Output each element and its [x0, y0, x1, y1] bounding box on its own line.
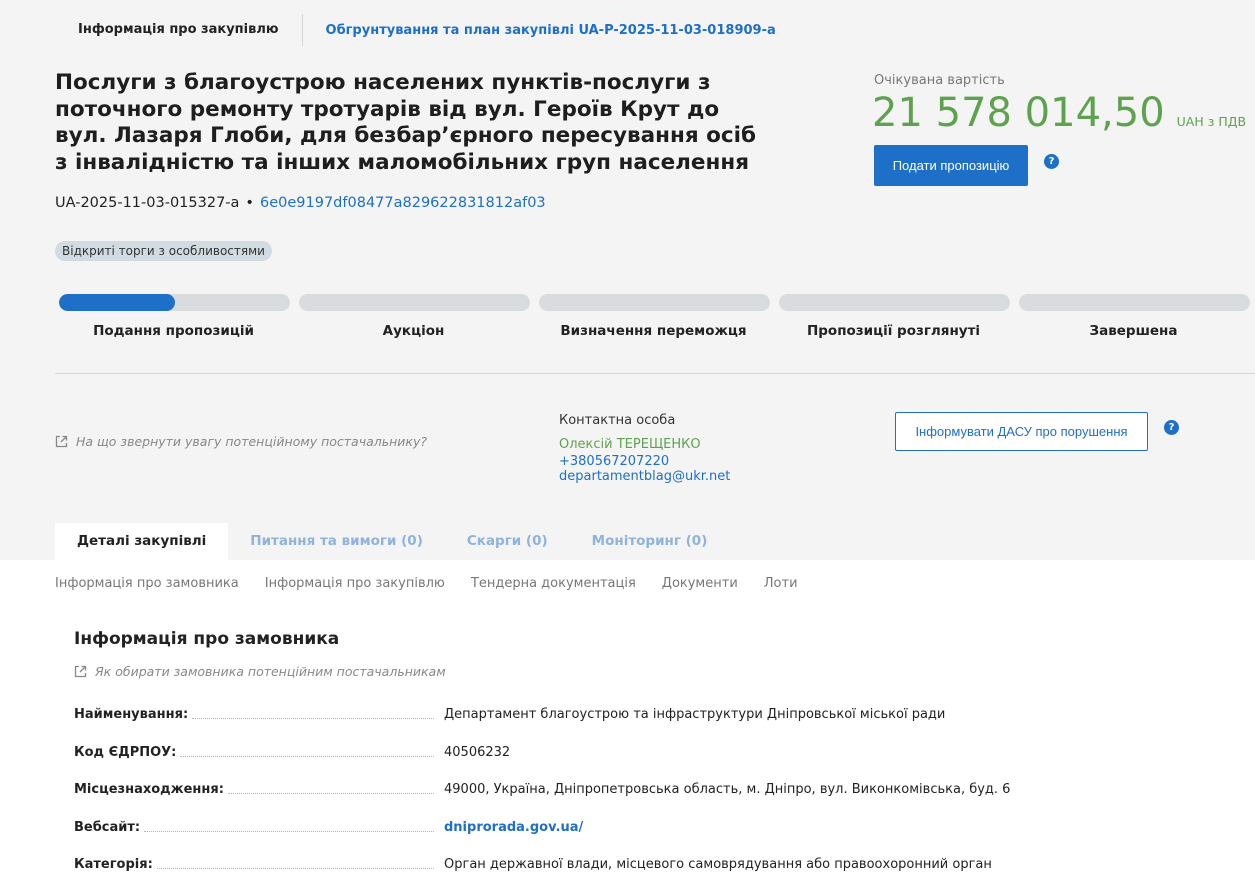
expected-value: 21 578 014,50 UAH з ПДВ — [872, 90, 1246, 136]
stage-label: Пропозиції розглянуті — [806, 323, 981, 339]
field-name-value: Департамент благоустрою та інфраструктур… — [444, 707, 946, 722]
stage-label: Завершена — [1089, 323, 1178, 339]
contact-name: Олексій ТЕРЕЩЕНКО — [559, 437, 701, 452]
subnav-documents[interactable]: Документи — [662, 576, 738, 591]
field-edrpou-label: Код ЄДРПОУ: — [74, 745, 438, 760]
subnav-customer[interactable]: Інформація про замовника — [55, 576, 239, 591]
stage-progress-track — [539, 294, 770, 311]
subnav-procurement[interactable]: Інформація про закупівлю — [265, 576, 445, 591]
expected-value-currency: UAH з ПДВ — [1176, 114, 1247, 129]
leader-dots — [180, 756, 434, 757]
stage-label: Аукціон — [382, 323, 445, 339]
expected-value-amount: 21 578 014,50 — [872, 90, 1165, 136]
leader-dots — [156, 868, 434, 869]
detail-tabs: Деталі закупівлі Питання та вимоги (0) С… — [55, 523, 729, 560]
customer-hint-text: Як обирати замовника потенційним постача… — [95, 664, 446, 679]
tab-procurement-info[interactable]: Інформація про закупівлю — [55, 14, 303, 46]
help-icon[interactable]: ? — [1044, 154, 1059, 169]
field-website-link[interactable]: dniprorada.gov.ua/ — [444, 820, 583, 835]
top-tabs: Інформація про закупівлю Обгрунтування т… — [55, 14, 776, 46]
customer-hint-link[interactable]: Як обирати замовника потенційним постача… — [74, 664, 446, 679]
report-violation-button[interactable]: Інформувати ДАСУ про порушення — [895, 412, 1148, 451]
supplier-hint-link[interactable]: На що звернути увагу потенційному постач… — [55, 434, 427, 449]
stage-label: Визначення переможця — [560, 323, 747, 339]
external-link-icon — [74, 665, 87, 678]
plan-link[interactable]: Обгрунтування та план закупівлі UA-P-202… — [303, 23, 776, 38]
section-subnav: Інформація про замовника Інформація про … — [55, 576, 824, 591]
field-category-value: Орган державної влади, місцевого самовря… — [444, 857, 992, 872]
leader-dots — [227, 793, 434, 794]
contact-title: Контактна особа — [559, 413, 676, 428]
supplier-hint-text: На що звернути увагу потенційному постач… — [76, 434, 427, 449]
leader-dots — [192, 718, 434, 719]
field-category-label: Категорія: — [74, 857, 438, 872]
field-address-value: 49000, Україна, Дніпропетровська область… — [444, 782, 1011, 797]
field-label-text: Код ЄДРПОУ: — [74, 745, 177, 760]
field-website-label: Вебсайт: — [74, 820, 438, 835]
tender-ids: UA-2025-11-03-015327-a • 6e0e9197df08477… — [55, 195, 546, 211]
field-address-label: Місцезнаходження: — [74, 782, 438, 797]
stage-progress-fill — [59, 294, 175, 311]
external-link-icon — [55, 435, 68, 448]
subnav-tender-docs[interactable]: Тендерна документація — [471, 576, 636, 591]
customer-section-title: Інформація про замовника — [74, 629, 340, 649]
field-label-text: Вебсайт: — [74, 820, 141, 835]
tab-questions[interactable]: Питання та вимоги (0) — [228, 523, 445, 560]
tab-complaints[interactable]: Скарги (0) — [445, 523, 570, 560]
stage-progress-track — [299, 294, 530, 311]
tender-title: Послуги з благоустрою населених пунктів-… — [55, 70, 757, 175]
contact-phone[interactable]: +380567207220 — [559, 454, 669, 469]
submit-bid-button[interactable]: Подати пропозицію — [874, 145, 1028, 186]
id-separator: • — [245, 195, 254, 211]
tender-id: UA-2025-11-03-015327-a — [55, 195, 240, 211]
field-name-label: Найменування: — [74, 707, 438, 722]
stage-progress-track — [59, 294, 290, 311]
tab-details[interactable]: Деталі закупівлі — [55, 523, 229, 560]
field-label-text: Найменування: — [74, 707, 189, 722]
field-label-text: Категорія: — [74, 857, 153, 872]
help-icon[interactable]: ? — [1164, 420, 1179, 435]
leader-dots — [144, 831, 434, 832]
stage-label: Подання пропозицій — [93, 323, 254, 339]
tab-monitoring[interactable]: Моніторинг (0) — [570, 523, 730, 560]
subnav-lots[interactable]: Лоти — [764, 576, 798, 591]
stage-progress-track — [1019, 294, 1250, 311]
divider — [55, 373, 1255, 374]
tender-hash-link[interactable]: 6e0e9197df08477a829622831812af03 — [260, 195, 546, 211]
stage-progress-track — [779, 294, 1010, 311]
expected-value-label: Очікувана вартість — [874, 73, 1005, 88]
field-label-text: Місцезнаходження: — [74, 782, 224, 797]
procedure-badge: Відкриті торги з особливостями — [55, 241, 272, 261]
contact-email[interactable]: departamentblag@ukr.net — [559, 469, 730, 484]
field-edrpou-value: 40506232 — [444, 745, 511, 760]
